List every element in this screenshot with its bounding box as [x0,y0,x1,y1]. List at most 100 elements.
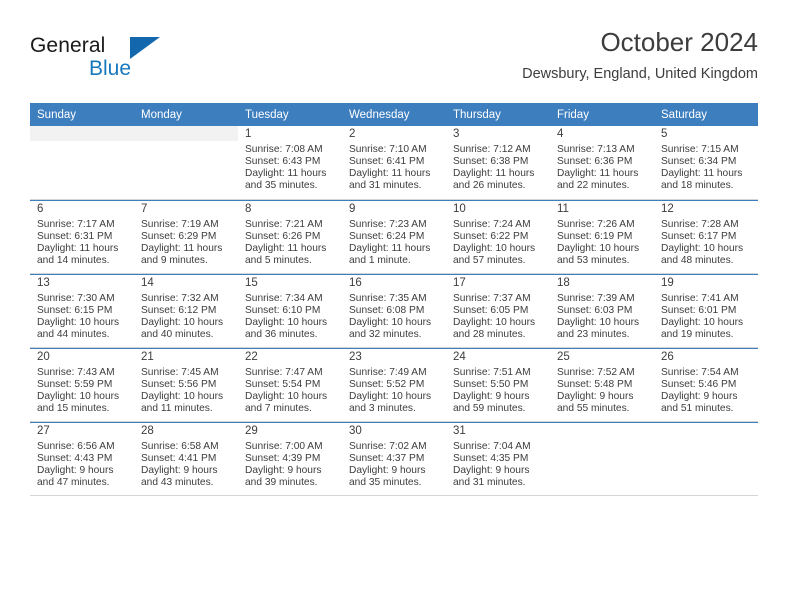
day-cell-21[interactable]: 21 Sunrise: 7:45 AM Sunset: 5:56 PM Dayligh… [134,348,238,422]
sunset-time: Sunset: 6:15 PM [37,305,113,317]
daylight-duration-line1: Daylight: 10 hours [661,317,744,329]
day-cell-25[interactable]: 25 Sunrise: 7:52 AM Sunset: 5:48 PM Dayligh… [550,348,654,422]
logo-triangle-icon [130,37,160,59]
day-details: Sunrise: 7:45 AM Sunset: 5:56 PM Daylight:… [134,364,238,415]
daylight-duration-line1: Daylight: 10 hours [37,317,120,329]
daylight-duration-line2: and 18 minutes. [661,180,734,192]
calendar-day-cell: 5 Sunrise: 7:15 AM Sunset: 6:34 PM Daylight… [654,126,758,200]
day-cell-24[interactable]: 24 Sunrise: 7:51 AM Sunset: 5:50 PM Dayligh… [446,348,550,422]
day-details: Sunrise: 7:39 AM Sunset: 6:03 PM Daylight:… [550,290,654,341]
day-cell-10[interactable]: 10 Sunrise: 7:24 AM Sunset: 6:22 PM Dayligh… [446,200,550,274]
sunrise-time: Sunrise: 7:54 AM [661,367,739,378]
day-number: 4 [557,128,564,140]
daylight-duration-line2: and 1 minute. [349,255,411,267]
day-cell-4[interactable]: 4 Sunrise: 7:13 AM Sunset: 6:36 PM Daylight… [550,126,654,200]
calendar-day-cell: 8 Sunrise: 7:21 AM Sunset: 6:26 PM Daylight… [238,200,342,274]
day-cell-13[interactable]: 13 Sunrise: 7:30 AM Sunset: 6:15 PM Dayligh… [30,274,134,348]
day-number: 15 [245,277,258,289]
day-cell-28[interactable]: 28 Sunrise: 6:58 AM Sunset: 4:41 PM Dayligh… [134,422,238,496]
day-number: 5 [661,128,668,140]
sunrise-time: Sunrise: 7:47 AM [245,367,323,378]
weekday-header-saturday: Saturday [654,103,758,126]
day-cell-9[interactable]: 9 Sunrise: 7:23 AM Sunset: 6:24 PM Daylight… [342,200,446,274]
daylight-duration-line1: Daylight: 11 hours [453,168,535,180]
daylight-duration-line1: Daylight: 9 hours [453,465,530,477]
day-cell-1[interactable]: 1 Sunrise: 7:08 AM Sunset: 6:43 PM Daylight… [238,126,342,200]
day-cell-17[interactable]: 17 Sunrise: 7:37 AM Sunset: 6:05 PM Dayligh… [446,274,550,348]
day-number: 28 [141,425,154,437]
day-cell-19[interactable]: 19 Sunrise: 7:41 AM Sunset: 6:01 PM Dayligh… [654,274,758,348]
calendar-day-cell: 14 Sunrise: 7:32 AM Sunset: 6:12 PM Dayligh… [134,274,238,348]
day-cell-3[interactable]: 3 Sunrise: 7:12 AM Sunset: 6:38 PM Daylight… [446,126,550,200]
day-cell-14[interactable]: 14 Sunrise: 7:32 AM Sunset: 6:12 PM Dayligh… [134,274,238,348]
sunrise-time: Sunrise: 7:51 AM [453,367,531,378]
day-cell-11[interactable]: 11 Sunrise: 7:26 AM Sunset: 6:19 PM Dayligh… [550,200,654,274]
day-cell-8[interactable]: 8 Sunrise: 7:21 AM Sunset: 6:26 PM Daylight… [238,200,342,274]
calendar-day-cell: 16 Sunrise: 7:35 AM Sunset: 6:08 PM Dayligh… [342,274,446,348]
day-number: 6 [37,203,44,215]
sunset-time: Sunset: 4:35 PM [453,453,529,465]
sunrise-time: Sunrise: 7:13 AM [557,144,635,155]
calendar-day-cell: 6 Sunrise: 7:17 AM Sunset: 6:31 PM Daylight… [30,200,134,274]
calendar-day-cell: 10 Sunrise: 7:24 AM Sunset: 6:22 PM Dayligh… [446,200,550,274]
day-cell-27[interactable]: 27 Sunrise: 6:56 AM Sunset: 4:43 PM Dayligh… [30,422,134,496]
calendar-day-cell [134,126,238,200]
day-cell-7[interactable]: 7 Sunrise: 7:19 AM Sunset: 6:29 PM Daylight… [134,200,238,274]
daylight-duration-line2: and 31 minutes. [453,477,526,489]
day-cell-26[interactable]: 26 Sunrise: 7:54 AM Sunset: 5:46 PM Dayligh… [654,348,758,422]
day-cell-23[interactable]: 23 Sunrise: 7:49 AM Sunset: 5:52 PM Dayligh… [342,348,446,422]
sunrise-time: Sunrise: 7:19 AM [141,219,219,230]
daylight-duration-line1: Daylight: 10 hours [661,243,744,255]
day-cell-18[interactable]: 18 Sunrise: 7:39 AM Sunset: 6:03 PM Dayligh… [550,274,654,348]
day-details: Sunrise: 7:43 AM Sunset: 5:59 PM Daylight:… [30,364,134,415]
daylight-duration-line1: Daylight: 10 hours [141,317,224,329]
sunrise-time: Sunrise: 7:10 AM [349,144,427,155]
day-details: Sunrise: 7:21 AM Sunset: 6:26 PM Daylight:… [238,216,342,267]
day-cell-22[interactable]: 22 Sunrise: 7:47 AM Sunset: 5:54 PM Dayligh… [238,348,342,422]
day-number: 1 [245,128,252,140]
daylight-duration-line2: and 28 minutes. [453,329,526,341]
sunrise-time: Sunrise: 7:28 AM [661,219,739,230]
day-cell-12[interactable]: 12 Sunrise: 7:28 AM Sunset: 6:17 PM Dayligh… [654,200,758,274]
day-details: Sunrise: 7:47 AM Sunset: 5:54 PM Daylight:… [238,364,342,415]
sunrise-time: Sunrise: 7:37 AM [453,293,531,304]
calendar-week-row: 1 Sunrise: 7:08 AM Sunset: 6:43 PM Daylight… [30,126,758,200]
sunset-time: Sunset: 6:34 PM [661,156,737,168]
daylight-duration-line2: and 5 minutes. [245,255,312,267]
sunset-time: Sunset: 6:41 PM [349,156,425,168]
day-cell-16[interactable]: 16 Sunrise: 7:35 AM Sunset: 6:08 PM Dayligh… [342,274,446,348]
daylight-duration-line2: and 26 minutes. [453,180,526,192]
calendar-day-cell: 31 Sunrise: 7:04 AM Sunset: 4:35 PM Dayligh… [446,422,550,496]
day-number: 12 [661,203,674,215]
daylight-duration-line1: Daylight: 11 hours [245,168,327,180]
day-number: 10 [453,203,466,215]
calendar-day-cell: 27 Sunrise: 6:56 AM Sunset: 4:43 PM Dayligh… [30,422,134,496]
daylight-duration-line2: and 57 minutes. [453,255,526,267]
calendar-week-row: 20 Sunrise: 7:43 AM Sunset: 5:59 PM Dayligh… [30,348,758,422]
daylight-duration-line1: Daylight: 11 hours [141,243,223,255]
day-cell-2[interactable]: 2 Sunrise: 7:10 AM Sunset: 6:41 PM Daylight… [342,126,446,200]
sunrise-time: Sunrise: 7:39 AM [557,293,635,304]
calendar-day-cell: 4 Sunrise: 7:13 AM Sunset: 6:36 PM Daylight… [550,126,654,200]
day-cell-30[interactable]: 30 Sunrise: 7:02 AM Sunset: 4:37 PM Dayligh… [342,422,446,496]
day-details: Sunrise: 7:00 AM Sunset: 4:39 PM Daylight:… [238,438,342,489]
daylight-duration-line2: and 36 minutes. [245,329,318,341]
day-cell-29[interactable]: 29 Sunrise: 7:00 AM Sunset: 4:39 PM Dayligh… [238,422,342,496]
calendar-day-cell: 17 Sunrise: 7:37 AM Sunset: 6:05 PM Dayligh… [446,274,550,348]
daylight-duration-line1: Daylight: 10 hours [349,317,432,329]
day-cell-6[interactable]: 6 Sunrise: 7:17 AM Sunset: 6:31 PM Daylight… [30,200,134,274]
sunset-time: Sunset: 6:01 PM [661,305,737,317]
calendar-day-cell: 22 Sunrise: 7:47 AM Sunset: 5:54 PM Dayligh… [238,348,342,422]
day-cell-5[interactable]: 5 Sunrise: 7:15 AM Sunset: 6:34 PM Daylight… [654,126,758,200]
daylight-duration-line2: and 43 minutes. [141,477,214,489]
day-cell-20[interactable]: 20 Sunrise: 7:43 AM Sunset: 5:59 PM Dayligh… [30,348,134,422]
day-number: 27 [37,425,50,437]
daylight-duration-line1: Daylight: 10 hours [141,391,224,403]
day-cell-31[interactable]: 31 Sunrise: 7:04 AM Sunset: 4:35 PM Dayligh… [446,422,550,496]
calendar-day-cell [654,422,758,496]
day-number: 31 [453,425,466,437]
daylight-duration-line1: Daylight: 10 hours [37,391,120,403]
daylight-duration-line1: Daylight: 10 hours [245,317,328,329]
day-cell-15[interactable]: 15 Sunrise: 7:34 AM Sunset: 6:10 PM Dayligh… [238,274,342,348]
day-number: 16 [349,277,362,289]
